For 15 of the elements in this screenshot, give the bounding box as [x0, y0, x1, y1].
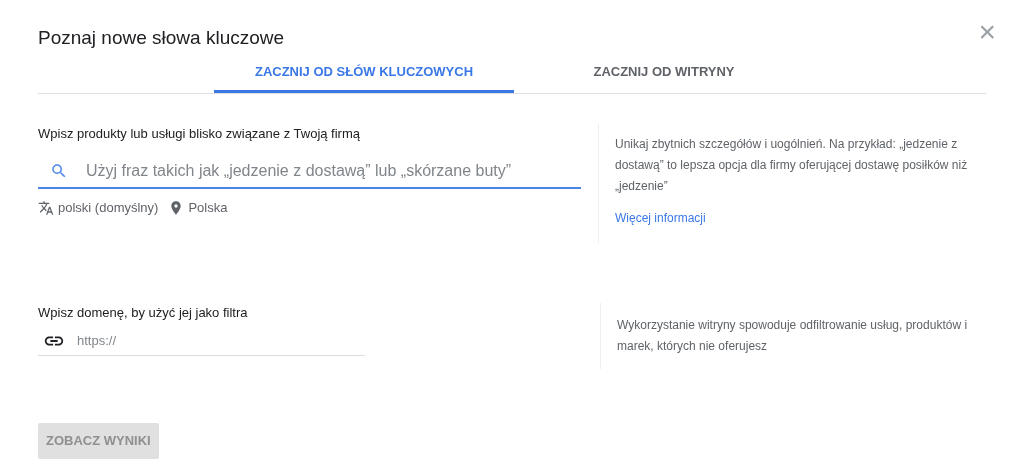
hint-text: Unikaj zbytnich szczegółów i uogólnień. Na przykład: „jedzenie z dostawą” to lepsza opcja dla firmy oferującej dostawę posiłków niż „jedzenie”: [615, 135, 968, 195]
location-label[interactable]: Polska: [188, 198, 228, 218]
tab[interactable]: ZACZNIJ OD SŁÓW KLUCZOWYCH: [214, 54, 514, 93]
dialog-title: Poznaj nowe słowa kluczowe: [38, 26, 285, 50]
tab[interactable]: ZACZNIJ OD WITRYNY: [514, 54, 814, 93]
hint-text: Wykorzystanie witryny spowoduje odfiltrowanie usług, produktów i marek, których nie oferujesz: [617, 316, 969, 355]
language-label[interactable]: polski (domyślny): [58, 198, 159, 218]
close-button[interactable]: ×: [978, 17, 996, 48]
field-label: Wpisz domenę, by użyć jej jako filtra: [38, 303, 249, 322]
search-icon: [50, 162, 68, 180]
domain-field[interactable]: https://: [77, 330, 365, 351]
field-label: Wpisz produkty lub usługi blisko związane z Twoją firmą: [38, 124, 361, 143]
translate-icon: [38, 199, 54, 216]
more-info-link[interactable]: Więcej informacji: [615, 208, 968, 227]
keyword-search-field[interactable]: Użyj fraz takich jak „jedzenie z dostawą” lub „skórzane buty”: [38, 155, 581, 189]
